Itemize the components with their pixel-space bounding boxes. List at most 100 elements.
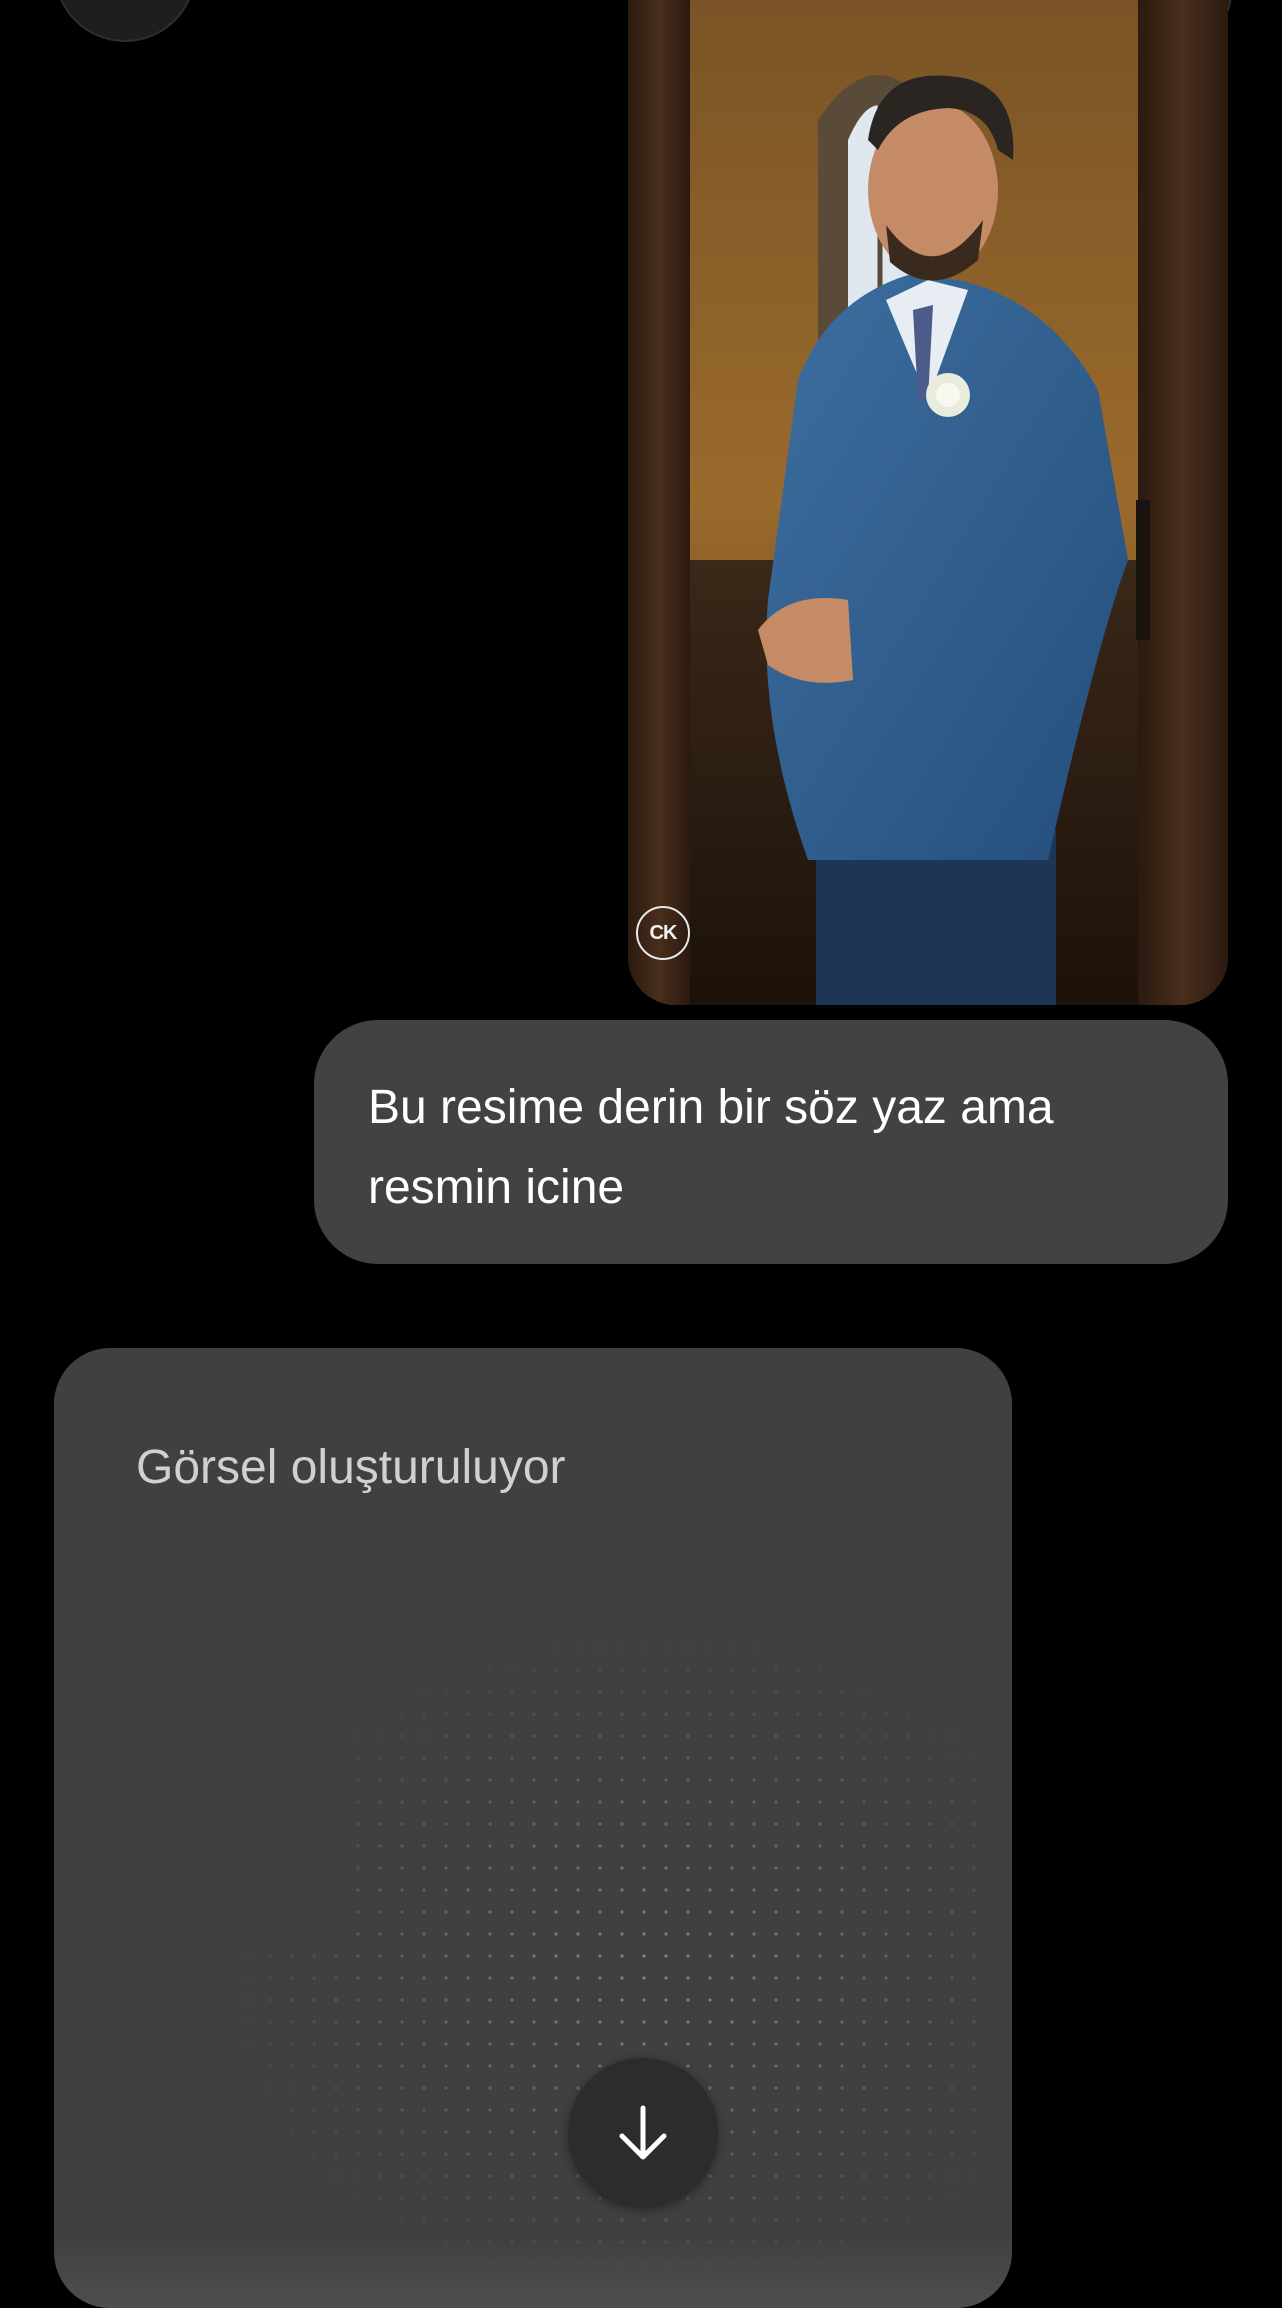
progress-dot xyxy=(356,1932,360,1936)
progress-dot xyxy=(510,1712,514,1716)
progress-dot xyxy=(730,2196,734,2200)
progress-dot xyxy=(796,2218,800,2222)
progress-dot xyxy=(708,1932,712,1936)
progress-dot xyxy=(818,2130,822,2134)
progress-dot xyxy=(796,1734,800,1738)
progress-dot xyxy=(510,1756,514,1760)
progress-dot xyxy=(752,1712,756,1716)
progress-dot xyxy=(620,1822,624,1826)
progress-dot xyxy=(356,1734,360,1738)
progress-dot xyxy=(466,1778,470,1782)
progress-dot xyxy=(884,2086,888,2090)
progress-dot xyxy=(686,1778,690,1782)
progress-dot xyxy=(642,1976,646,1980)
progress-dot xyxy=(730,1998,734,2002)
progress-dot xyxy=(950,1976,954,1980)
progress-dot xyxy=(686,1976,690,1980)
progress-dot xyxy=(862,1822,866,1826)
progress-dot xyxy=(400,1822,404,1826)
progress-dot xyxy=(510,2064,514,2068)
progress-dot xyxy=(840,1976,844,1980)
progress-dot xyxy=(664,1778,668,1782)
progress-dot xyxy=(620,1844,624,1848)
progress-dot xyxy=(444,1734,448,1738)
progress-dot xyxy=(356,2196,360,2200)
progress-dot xyxy=(862,2174,866,2178)
progress-dot xyxy=(510,2196,514,2200)
progress-dot xyxy=(268,2020,272,2024)
progress-dot xyxy=(950,1844,954,1848)
progress-dot xyxy=(928,1998,932,2002)
progress-dot xyxy=(334,2020,338,2024)
progress-dot xyxy=(356,1888,360,1892)
progress-dot xyxy=(664,1712,668,1716)
progress-dot xyxy=(796,1668,800,1672)
progress-dot xyxy=(466,2196,470,2200)
progress-dot xyxy=(906,1756,910,1760)
progress-dot xyxy=(950,1800,954,1804)
progress-dot xyxy=(466,2086,470,2090)
progress-dot xyxy=(818,1756,822,1760)
progress-dot xyxy=(378,2152,382,2156)
progress-dot xyxy=(884,1866,888,1870)
progress-dot xyxy=(554,1646,558,1650)
progress-dot xyxy=(796,2130,800,2134)
progress-dot xyxy=(488,2086,492,2090)
progress-dot xyxy=(752,1734,756,1738)
progress-dot xyxy=(422,1778,426,1782)
progress-dot xyxy=(950,1998,954,2002)
progress-dot xyxy=(730,2218,734,2222)
progress-dot xyxy=(532,2064,536,2068)
progress-dot xyxy=(334,1954,338,1958)
progress-dot xyxy=(400,1866,404,1870)
progress-dot xyxy=(378,1910,382,1914)
progress-dot xyxy=(840,1756,844,1760)
progress-dot xyxy=(598,1756,602,1760)
progress-dot xyxy=(730,2174,734,2178)
progress-dot xyxy=(642,2020,646,2024)
progress-dot xyxy=(400,1844,404,1848)
progress-dot xyxy=(510,2086,514,2090)
progress-dot xyxy=(620,1712,624,1716)
progress-dot xyxy=(884,2108,888,2112)
progress-dot xyxy=(862,1734,866,1738)
progress-dot xyxy=(576,1734,580,1738)
user-message-bubble[interactable]: Bu resime derin bir söz yaz ama resmin i… xyxy=(314,1020,1228,1264)
scroll-to-bottom-button[interactable] xyxy=(568,2058,718,2208)
progress-dot xyxy=(906,2064,910,2068)
progress-dot xyxy=(356,1844,360,1848)
top-left-button[interactable] xyxy=(54,0,196,42)
attached-image[interactable]: CK xyxy=(628,0,1228,1005)
progress-dot xyxy=(972,2042,976,2046)
progress-dot xyxy=(466,2130,470,2134)
progress-dot xyxy=(664,1822,668,1826)
progress-dot xyxy=(400,2108,404,2112)
progress-dot xyxy=(400,1998,404,2002)
progress-dot xyxy=(378,1976,382,1980)
progress-dot xyxy=(752,2108,756,2112)
progress-dot xyxy=(576,2218,580,2222)
progress-dot xyxy=(488,2174,492,2178)
progress-dot xyxy=(752,1800,756,1804)
progress-dot xyxy=(554,1866,558,1870)
progress-dot xyxy=(620,2042,624,2046)
progress-dot xyxy=(378,1778,382,1782)
progress-dot xyxy=(950,2064,954,2068)
progress-dot xyxy=(774,2130,778,2134)
progress-dot xyxy=(928,2042,932,2046)
progress-dot xyxy=(906,1778,910,1782)
progress-dot xyxy=(642,1668,646,1672)
progress-dot xyxy=(598,1822,602,1826)
progress-dot xyxy=(444,1932,448,1936)
progress-dot xyxy=(312,2086,316,2090)
progress-dot xyxy=(422,1734,426,1738)
progress-dot xyxy=(620,1734,624,1738)
progress-dot xyxy=(554,1712,558,1716)
progress-dot xyxy=(862,2152,866,2156)
progress-dot xyxy=(466,1756,470,1760)
progress-dot xyxy=(840,2086,844,2090)
progress-dot xyxy=(686,2196,690,2200)
progress-dot xyxy=(664,1866,668,1870)
progress-dot xyxy=(422,1910,426,1914)
progress-dot xyxy=(312,1954,316,1958)
